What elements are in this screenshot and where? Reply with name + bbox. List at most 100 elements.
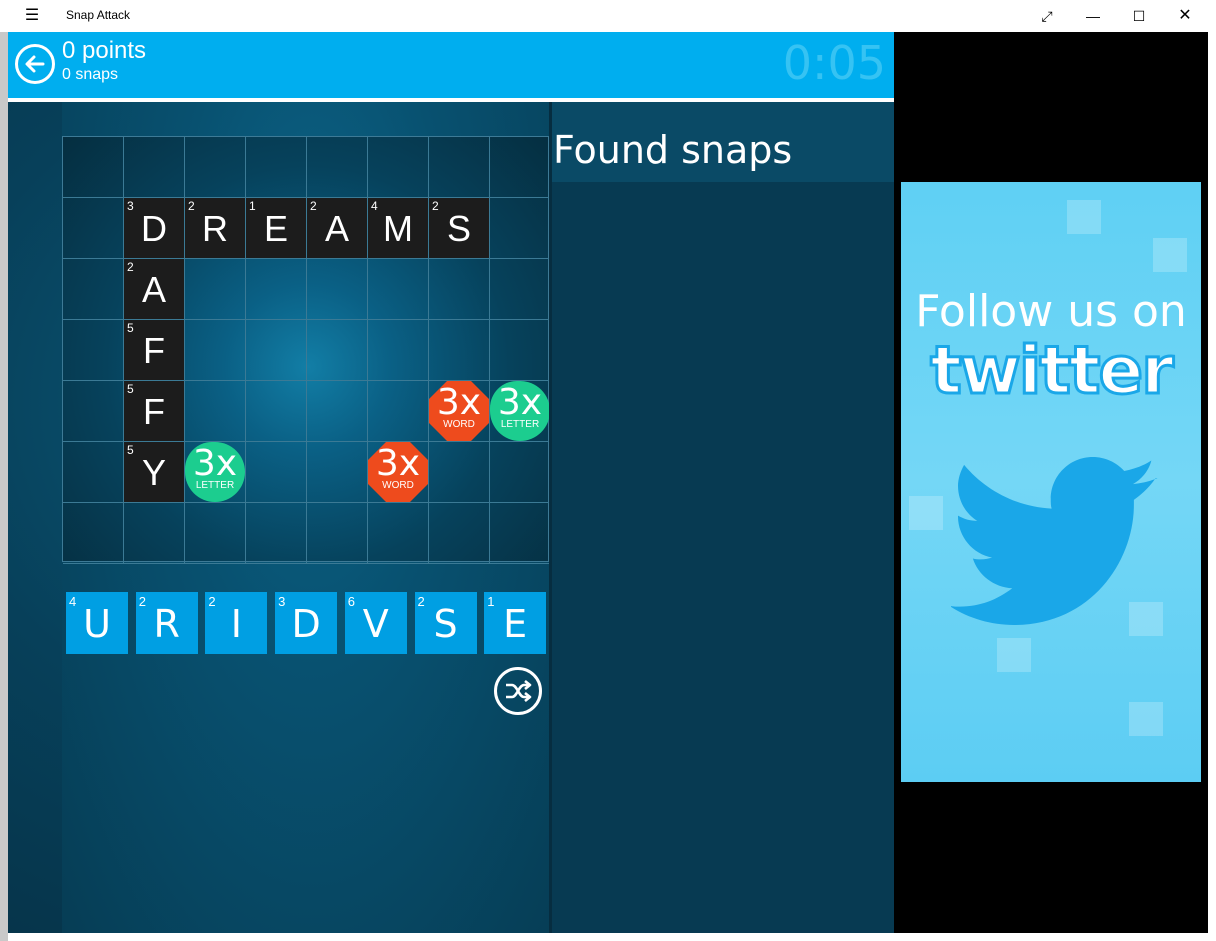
board-cell[interactable] — [63, 503, 124, 564]
board-cell[interactable] — [185, 381, 246, 442]
board-cell[interactable] — [63, 320, 124, 381]
board-cell[interactable] — [490, 259, 551, 320]
board-cell[interactable] — [429, 259, 490, 320]
board-letter-tile[interactable]: 1E — [246, 198, 306, 258]
board-cell[interactable] — [307, 381, 368, 442]
letter-char: M — [383, 208, 413, 249]
board-cell[interactable] — [307, 503, 368, 564]
snaps-label: 0 snaps — [62, 66, 119, 83]
board-cell[interactable] — [490, 442, 551, 503]
board-letter-tile[interactable]: 5Y — [124, 442, 184, 502]
back-button[interactable] — [15, 44, 55, 84]
board-cell[interactable] — [368, 259, 429, 320]
triple-word-bonus[interactable]: 3x WORD — [368, 442, 428, 502]
board-cell[interactable] — [63, 137, 124, 198]
board-cell[interactable] — [307, 320, 368, 381]
bonus-type: WORD — [443, 419, 475, 430]
triple-word-bonus[interactable]: 3x WORD — [429, 381, 489, 441]
letter-char: R — [202, 208, 228, 249]
minimize-icon[interactable]: — — [1070, 0, 1116, 32]
rack-tile[interactable]: 2I — [205, 592, 268, 654]
back-arrow-icon — [25, 55, 45, 73]
board-cell[interactable] — [368, 503, 429, 564]
board-letter-tile[interactable]: 2A — [307, 198, 367, 258]
board-cell[interactable] — [124, 503, 185, 564]
window-right-edge — [1208, 32, 1216, 941]
letter-char: A — [141, 269, 166, 310]
rack-tile[interactable]: 1E — [484, 592, 547, 654]
rack-tile[interactable]: 2S — [414, 592, 477, 654]
board-cell[interactable] — [429, 503, 490, 564]
board-cell[interactable] — [185, 503, 246, 564]
board-cell[interactable] — [185, 259, 246, 320]
window-title-bar: ☰ Snap Attack ⤢ — ☐ ✕ — [0, 0, 1216, 32]
board-cell[interactable] — [246, 442, 307, 503]
board-letter-tile[interactable]: 4M — [368, 198, 428, 258]
bonus-multiplier: 3x — [192, 443, 238, 484]
board-cell[interactable] — [307, 442, 368, 503]
bonus-type: LETTER — [195, 480, 235, 491]
rack-tile[interactable]: 2R — [135, 592, 198, 654]
board-cell[interactable] — [246, 320, 307, 381]
board-cell[interactable] — [490, 320, 551, 381]
board-letter-tile[interactable]: 2S — [429, 198, 489, 258]
maximize-icon[interactable]: ☐ — [1116, 0, 1162, 32]
close-icon[interactable]: ✕ — [1162, 0, 1208, 32]
window-left-edge — [0, 32, 8, 941]
bonus-type: LETTER — [500, 419, 540, 430]
board-cell[interactable] — [63, 381, 124, 442]
board-cell[interactable] — [368, 137, 429, 198]
found-snaps-list — [552, 182, 894, 933]
board-letter-tile[interactable]: 2A — [124, 259, 184, 319]
letter-char: S — [446, 208, 471, 249]
letter-char: D — [141, 208, 167, 249]
bonus-multiplier: 3x — [497, 382, 543, 423]
board-cell[interactable] — [307, 259, 368, 320]
points-label: 0 points — [62, 37, 147, 64]
rack-tile[interactable]: 3D — [275, 592, 338, 654]
tile-letter: D — [291, 602, 321, 646]
rack-tile[interactable]: 6V — [344, 592, 407, 654]
ad-decoration — [1153, 238, 1187, 272]
board-cell[interactable] — [63, 198, 124, 259]
board-cell[interactable] — [63, 259, 124, 320]
tile-letter: E — [503, 602, 528, 646]
board-cell[interactable] — [368, 320, 429, 381]
board-cell[interactable] — [490, 137, 551, 198]
triple-letter-bonus[interactable]: 3x LETTER — [490, 381, 550, 441]
tile-letter: U — [83, 602, 111, 646]
game-board[interactable]: 3 D 2 R 1 E 2 A 4 M 2 S 2 A 5 F 5 F 5 Y 3x WORD 3x LETTER 3x LETT… — [62, 136, 551, 564]
board-letter-tile[interactable]: 3D — [124, 198, 184, 258]
shuffle-button[interactable] — [494, 667, 542, 715]
triple-letter-bonus[interactable]: 3x LETTER — [185, 442, 245, 502]
board-cell[interactable] — [185, 320, 246, 381]
board-cell[interactable] — [429, 442, 490, 503]
ad-decoration — [1129, 702, 1163, 736]
board-cell[interactable] — [124, 137, 185, 198]
panel-divider — [549, 102, 552, 933]
board-cell[interactable] — [368, 381, 429, 442]
fullscreen-icon[interactable]: ⤢ — [1024, 0, 1070, 32]
board-cell[interactable] — [429, 320, 490, 381]
hamburger-icon[interactable]: ☰ — [20, 6, 44, 26]
board-cell[interactable] — [246, 381, 307, 442]
board-cell[interactable] — [185, 137, 246, 198]
letter-char: F — [143, 330, 165, 371]
letter-char: Y — [141, 452, 166, 493]
board-cell[interactable] — [429, 137, 490, 198]
rack-tile[interactable]: 4U — [66, 592, 128, 654]
board-letter-tile[interactable]: 2R — [185, 198, 245, 258]
board-cell[interactable] — [307, 137, 368, 198]
board-cell[interactable] — [490, 198, 551, 259]
board-cell[interactable] — [246, 503, 307, 564]
shuffle-icon — [506, 679, 532, 703]
board-cell[interactable] — [246, 137, 307, 198]
board-letter-tile[interactable]: 5F — [124, 320, 184, 380]
board-cell[interactable] — [63, 442, 124, 503]
board-letter-tile[interactable]: 5F — [124, 381, 184, 441]
tile-letter: V — [362, 602, 389, 646]
window-title: Snap Attack — [66, 8, 131, 22]
board-cell[interactable] — [246, 259, 307, 320]
twitter-ad[interactable]: Follow us on twitter — [901, 182, 1201, 782]
board-cell[interactable] — [490, 503, 551, 564]
